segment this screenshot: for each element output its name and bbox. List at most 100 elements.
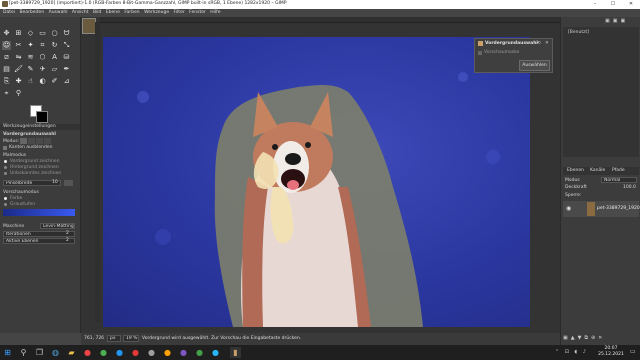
close-button[interactable]: ✕ xyxy=(622,0,640,9)
app-icon-grey[interactable]: ● xyxy=(146,347,157,358)
rect-select-tool-icon[interactable]: ▭ xyxy=(38,29,47,38)
heal-tool-icon[interactable]: ✚ xyxy=(14,77,23,86)
scale-tool-icon[interactable]: ⤡ xyxy=(62,41,71,50)
paths-tool-icon[interactable]: ✐ xyxy=(50,77,59,86)
align-tool-icon[interactable]: ⊞ xyxy=(14,29,23,38)
iterationen-field[interactable]: Iterationen xyxy=(3,231,75,237)
select-button[interactable]: Auswählen xyxy=(519,60,550,71)
color-picker-tool-icon[interactable]: ⌖ xyxy=(2,89,11,98)
text-tool-icon[interactable]: A xyxy=(50,53,59,62)
foreground-select-tool-icon[interactable]: ☺ xyxy=(2,41,11,50)
task-view-icon[interactable]: ❐ xyxy=(34,347,45,358)
image-canvas[interactable] xyxy=(103,37,530,327)
pencil-tool-icon[interactable]: ✎ xyxy=(26,65,35,74)
clone-tool-icon[interactable]: ⎘ xyxy=(2,77,11,86)
rotate-tool-icon[interactable]: ↻ xyxy=(50,41,59,50)
tray-icons[interactable]: ⌃ ⊡ ◖ ♪ xyxy=(555,349,588,355)
app-icon-red[interactable]: ● xyxy=(82,347,93,358)
flip-tool-icon[interactable]: ⇋ xyxy=(14,53,23,62)
move-tool-icon[interactable]: ✥ xyxy=(2,29,11,38)
mode-intersect-button[interactable] xyxy=(44,138,51,144)
tab-pfade[interactable]: Pfade xyxy=(612,168,625,173)
radio-farbe[interactable] xyxy=(4,197,7,200)
zoom-tool-icon[interactable]: ⚲ xyxy=(14,89,23,98)
ruler-horizontal[interactable] xyxy=(100,17,560,23)
cage-tool-icon[interactable]: ⬡ xyxy=(38,53,47,62)
bucket-fill-tool-icon[interactable]: ⛁ xyxy=(62,53,71,62)
mode-add-button[interactable] xyxy=(28,138,35,144)
radio-vordergrund[interactable] xyxy=(4,160,7,163)
eye-icon[interactable]: ◉ xyxy=(566,205,571,212)
menu-auswahl[interactable]: Auswahl xyxy=(49,9,68,17)
layer-actions-bar[interactable]: ▣▲▼⧉⊕✕ xyxy=(563,335,639,343)
eraser-tool-icon[interactable]: ▱ xyxy=(50,65,59,74)
menu-filter[interactable]: Filter xyxy=(174,9,185,17)
start-icon[interactable]: ⊞ xyxy=(2,347,13,358)
scissors-tool-icon[interactable]: ✂ xyxy=(14,41,23,50)
aktive-ebenen-field[interactable]: Aktive Ebenen xyxy=(3,238,75,244)
menu-farben[interactable]: Farben xyxy=(124,9,139,17)
warp-tool-icon[interactable]: ≋ xyxy=(26,53,35,62)
dialog-close-icon[interactable]: ✕ xyxy=(545,41,549,46)
layer-row[interactable]: ◉ pet-3389729_1920 xyxy=(563,201,640,217)
tab-ebenen[interactable]: Ebenen xyxy=(567,168,584,173)
free-select-tool-icon[interactable]: ◇ xyxy=(26,29,35,38)
tab-kanaele[interactable]: Kanäle xyxy=(590,168,605,173)
dodge-tool-icon[interactable]: ◐ xyxy=(38,77,47,86)
layer-mode-select[interactable]: Normal xyxy=(601,177,637,183)
app-icon-blue[interactable]: ● xyxy=(114,347,125,358)
measure-tool-icon[interactable]: ⊿ xyxy=(62,77,71,86)
minimize-button[interactable]: – xyxy=(586,0,604,9)
maschine-select[interactable]: Levin-Matting xyxy=(40,223,75,229)
tool-options-tab[interactable]: Werkzeugeinstellungen xyxy=(0,124,80,130)
edge-icon[interactable]: ◍ xyxy=(50,347,61,358)
ruler-vertical[interactable] xyxy=(95,22,100,322)
pinsel-reset-button[interactable] xyxy=(64,180,73,186)
dock-icons[interactable]: ▣▣▣ xyxy=(605,18,628,24)
menu-werkzeuge[interactable]: Werkzeuge xyxy=(144,9,169,17)
explorer-icon[interactable]: ▰ xyxy=(66,347,77,358)
kanten-checkbox[interactable] xyxy=(3,146,7,150)
paintbrush-tool-icon[interactable]: 🖌 xyxy=(14,65,23,74)
app-icon-lightblue[interactable]: ● xyxy=(210,347,221,358)
ink-tool-icon[interactable]: ✒ xyxy=(62,65,71,74)
gimp-taskbar-icon[interactable]: ▮ xyxy=(230,347,241,358)
radio-unbekannt[interactable] xyxy=(4,172,7,175)
menu-bearbeiten[interactable]: Bearbeiten xyxy=(19,9,44,17)
radio-hintergrund[interactable] xyxy=(4,166,7,169)
menu-ansicht[interactable]: Ansicht xyxy=(72,9,89,17)
fuzzy-select-tool-icon[interactable]: ✦ xyxy=(26,41,35,50)
mode-subtract-button[interactable] xyxy=(36,138,43,144)
smudge-tool-icon[interactable]: ☝ xyxy=(26,77,35,86)
shear-tool-icon[interactable]: ⧄ xyxy=(2,53,11,62)
maximize-button[interactable]: ☐ xyxy=(604,0,622,9)
dialog-reset-icon[interactable]: ⟲ xyxy=(537,41,541,46)
airbrush-tool-icon[interactable]: ✈ xyxy=(38,65,47,74)
radio-graustufen[interactable] xyxy=(4,203,7,206)
menu-datei[interactable]: Datei xyxy=(3,9,15,17)
search-icon[interactable]: ⚲ xyxy=(18,347,29,358)
crop-tool-icon[interactable]: ⌗ xyxy=(38,41,47,50)
menu-bild[interactable]: Bild xyxy=(93,9,101,17)
preview-color-bar[interactable] xyxy=(3,209,75,216)
app-icon-red-2[interactable]: ● xyxy=(130,347,141,358)
app-icon-purple[interactable]: ● xyxy=(178,347,189,358)
opacity-value[interactable]: 100.0 xyxy=(623,185,636,190)
mode-replace-button[interactable] xyxy=(20,138,27,144)
notification-icon[interactable]: ▭ xyxy=(630,348,636,355)
app-icon-green[interactable]: ● xyxy=(98,347,109,358)
zoom-select[interactable]: 19 % xyxy=(123,335,139,342)
image-tab-thumbnail[interactable] xyxy=(82,18,96,34)
preview-mask-checkbox[interactable] xyxy=(478,51,482,55)
unit-select[interactable]: px xyxy=(107,335,121,342)
app-icon-orange[interactable]: ● xyxy=(162,347,173,358)
lasso-tool-icon[interactable]: ᗢ xyxy=(62,29,71,38)
menu-ebene[interactable]: Ebene xyxy=(106,9,120,17)
gradient-tool-icon[interactable]: ▤ xyxy=(2,65,11,74)
ellipse-select-tool-icon[interactable]: ○ xyxy=(50,29,59,38)
app-icon-green-2[interactable]: ● xyxy=(194,347,205,358)
images-list[interactable]: [Benutzt] xyxy=(563,27,639,157)
menu-fenster[interactable]: Fenster xyxy=(189,9,206,17)
background-color-swatch[interactable] xyxy=(36,111,48,123)
menu-hilfe[interactable]: Hilfe xyxy=(210,9,220,17)
